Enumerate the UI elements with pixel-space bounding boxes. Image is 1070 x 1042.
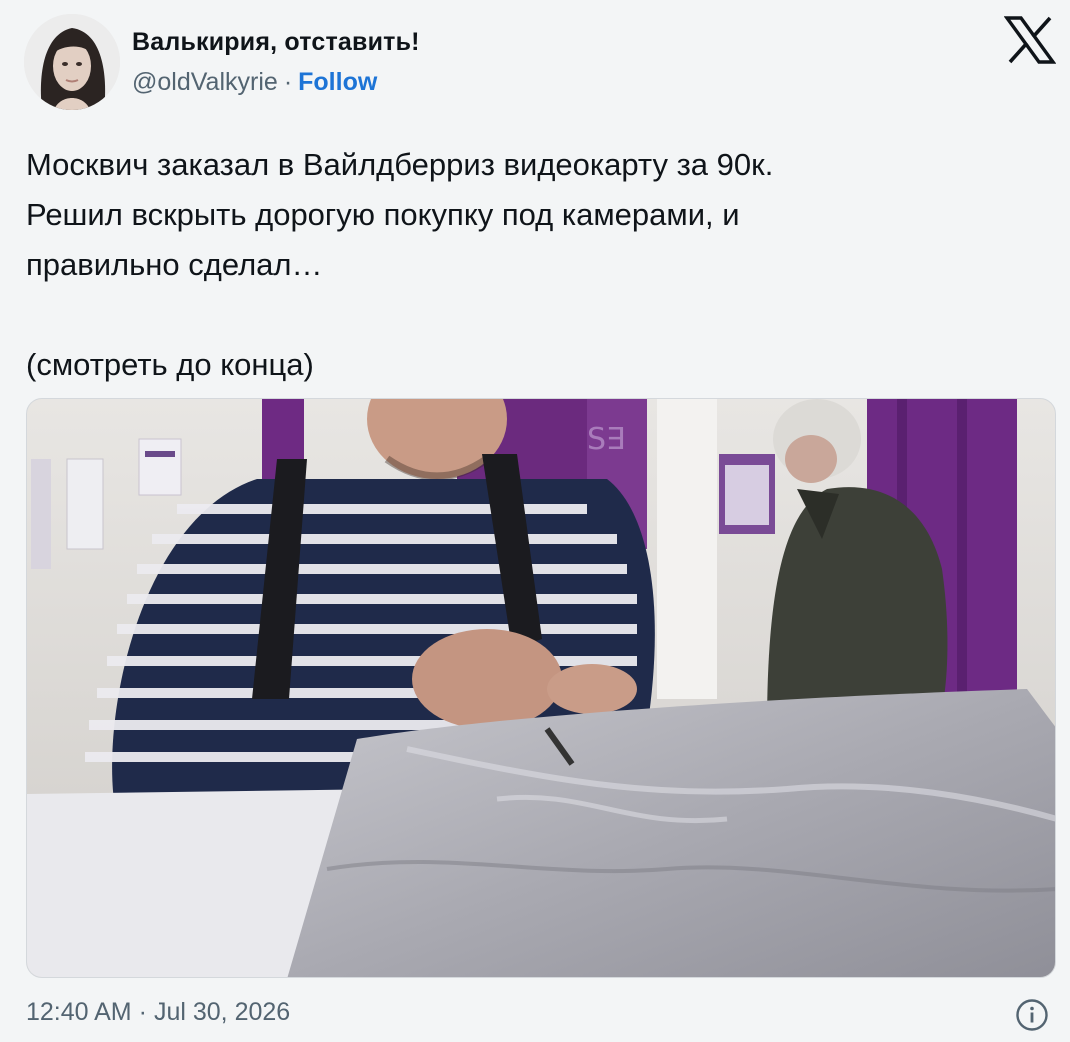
video-thumbnail-icon: S∃ [27,399,1055,977]
tweet-time: 12:40 AM [26,998,132,1026]
tweet-line-3: правильно сделал… [26,247,323,282]
tweet-media-video[interactable]: S∃ [26,398,1056,978]
tweet-date: Jul 30, 2026 [153,998,291,1026]
author-display-name[interactable]: Валькирия, отставить! [132,28,420,57]
author-handle[interactable]: @oldValkyrie [132,68,278,96]
tweet-line-2: Решил вскрыть дорогую покупку под камера… [26,197,740,232]
author-avatar[interactable] [24,14,120,110]
separator-dot: · [138,998,147,1026]
tweet-text: Москвич заказал в Вайлдберриз видеокарту… [26,140,1036,390]
avatar-photo-icon [24,14,120,110]
info-icon[interactable] [1015,998,1049,1032]
tweet-line-1: Москвич заказал в Вайлдберриз видеокарту… [26,147,774,182]
tweet-footer-line: (смотреть до конца) [26,347,314,382]
separator-dot: · [283,68,293,96]
author-handle-row: @oldValkyrie · Follow [132,68,377,97]
tweet-card: Валькирия, отставить! @oldValkyrie · Follo… [0,0,1070,1042]
follow-button[interactable]: Follow [298,68,377,96]
svg-text:S∃: S∃ [587,422,625,457]
tweet-timestamp[interactable]: 12:40 AM · Jul 30, 2026 [26,998,290,1027]
x-logo-icon[interactable] [1004,16,1056,64]
